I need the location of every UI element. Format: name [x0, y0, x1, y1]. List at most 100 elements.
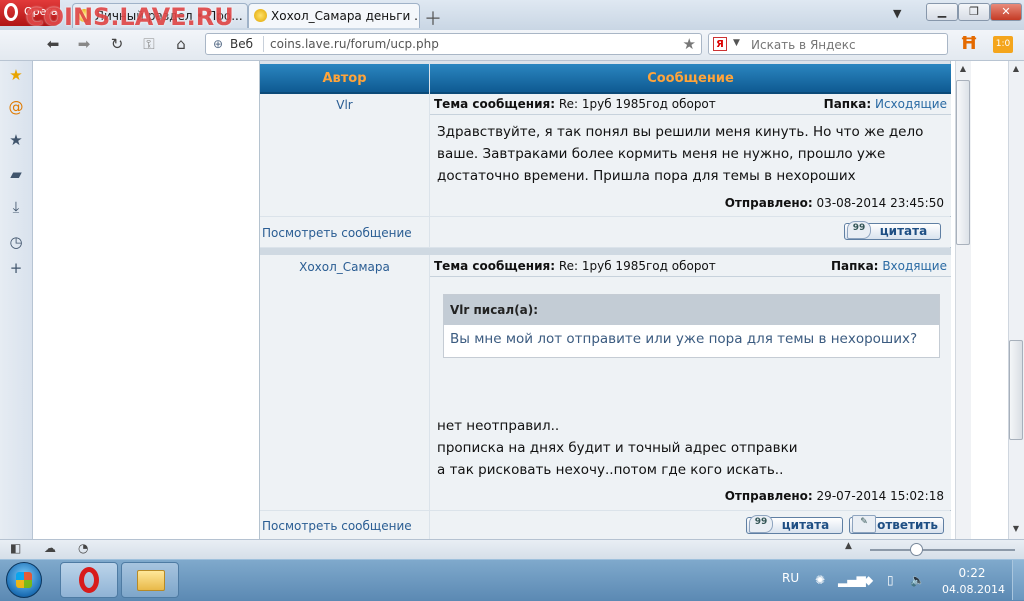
- sent-label: Отправлено:: [724, 489, 813, 503]
- address-separator: [263, 36, 264, 52]
- folder-label: Папка:: [831, 259, 879, 273]
- forward-arrow-icon[interactable]: ➡: [73, 34, 95, 54]
- folder-link[interactable]: Исходящие: [875, 97, 947, 111]
- opera-logo-icon: [4, 3, 18, 21]
- search-engine-chevron-down-icon[interactable]: ▼: [733, 38, 740, 48]
- subject-label: Тема сообщения:: [434, 97, 555, 111]
- post-folder: Папка: Входящие: [831, 259, 947, 273]
- minimize-button[interactable]: ▁: [926, 3, 958, 21]
- downloads-icon[interactable]: ⤓: [7, 198, 25, 216]
- post-separator: [260, 248, 951, 255]
- sent-value: 03-08-2014 23:45:50: [816, 196, 944, 210]
- globe-icon: ⊕: [213, 37, 224, 51]
- key-icon[interactable]: ⚿: [138, 34, 160, 54]
- zoom-up-icon[interactable]: ▲: [845, 541, 852, 551]
- home-icon[interactable]: ⌂: [170, 34, 192, 54]
- tray-bug-icon[interactable]: ✺: [815, 573, 825, 587]
- url-text: coins.lave.ru/forum/ucp.php: [270, 37, 439, 51]
- zoom-slider-track[interactable]: [870, 549, 1015, 551]
- tray-device-icon[interactable]: ▯: [887, 573, 894, 587]
- mail-at-icon[interactable]: @: [7, 98, 25, 116]
- frame-scroll-up-icon[interactable]: ▲: [956, 64, 970, 73]
- panel-toggle-icon[interactable]: ◧: [10, 541, 21, 555]
- bookmark-star-icon[interactable]: ★: [683, 35, 696, 53]
- reply-pencil-icon: ✎: [852, 515, 876, 533]
- speed-dial-gauge-icon[interactable]: ◔: [78, 541, 88, 555]
- tray-volume-icon[interactable]: 🔈: [910, 573, 925, 587]
- message-column-header: Сообщение: [430, 64, 951, 94]
- opera-logo-icon: [79, 567, 99, 593]
- private-messages-table: Автор Сообщение Vlr Тема сообщения: Re: …: [259, 61, 951, 539]
- new-tab-plus-icon[interactable]: ＋: [424, 5, 442, 31]
- address-field[interactable]: ⊕ Веб coins.lave.ru/forum/ucp.php ★: [205, 33, 702, 55]
- language-indicator[interactable]: RU: [782, 571, 799, 585]
- row-divider: [430, 276, 951, 277]
- show-desktop-button[interactable]: [1012, 560, 1024, 600]
- post-folder: Папка: Исходящие: [824, 97, 947, 111]
- quote-text: Вы мне мой лот отправите или уже пора дл…: [450, 331, 918, 347]
- quote-block: Vlr писал(а): Вы мне мой лот отправите и…: [443, 294, 940, 358]
- reload-icon[interactable]: ↻: [106, 34, 128, 54]
- speech-bubble-icon: 99: [847, 221, 871, 239]
- quote-button[interactable]: 99 цитата: [746, 515, 843, 534]
- zoom-slider-knob[interactable]: [910, 543, 923, 556]
- cloud-icon[interactable]: ☁: [44, 541, 56, 555]
- tab-khokhol-samara[interactable]: Хохол_Самара деньги ...: [248, 3, 420, 28]
- tray-color-icon[interactable]: ◆: [864, 573, 873, 587]
- clock-time[interactable]: 0:22: [942, 566, 1002, 580]
- history-clock-icon[interactable]: ◷: [7, 233, 25, 251]
- sent-label: Отправлено:: [724, 196, 813, 210]
- quote-button[interactable]: 99 цитата: [844, 221, 941, 240]
- page-scrollbar[interactable]: [1008, 61, 1024, 539]
- row-divider: [430, 114, 951, 115]
- subject-value: Re: 1руб 1985год оборот: [558, 259, 716, 273]
- folder-link[interactable]: Входящие: [882, 259, 947, 273]
- speech-bubble-icon: 99: [749, 515, 773, 533]
- site-watermark: COINS.LAVE.RU: [26, 3, 234, 31]
- post-body-line: нет неотправил..: [437, 418, 560, 434]
- post-subject: Тема сообщения: Re: 1руб 1985год оборот: [434, 259, 716, 273]
- post-author-name[interactable]: Хохол_Самара: [260, 260, 429, 274]
- folder-icon: [137, 570, 165, 591]
- post-subject: Тема сообщения: Re: 1руб 1985год оборот: [434, 97, 716, 111]
- post-sent-date: Отправлено: 03-08-2014 23:45:50: [725, 196, 944, 210]
- post-body-line: достаточно времени. Пришла пора для темы…: [437, 168, 856, 184]
- close-window-button[interactable]: ✕: [990, 3, 1022, 21]
- reply-button[interactable]: ✎ ответить: [849, 515, 944, 534]
- start-button[interactable]: [6, 562, 42, 598]
- view-message-link[interactable]: Посмотреть сообщение: [262, 226, 412, 240]
- notes-icon[interactable]: ▰: [7, 165, 25, 183]
- quote-author: Vlr писал(а):: [444, 295, 939, 325]
- post-sent-date: Отправлено: 29-07-2014 15:02:18: [725, 489, 944, 503]
- post-body-line: Здравствуйте, я так понял вы решили меня…: [437, 124, 924, 140]
- back-arrow-icon[interactable]: ⬅: [42, 34, 64, 54]
- maximize-button[interactable]: ❐: [958, 3, 990, 21]
- extension-score-badge[interactable]: 1:0: [993, 36, 1013, 53]
- page-scroll-down-icon[interactable]: ▼: [1009, 524, 1023, 533]
- windows-logo-icon: [16, 572, 32, 588]
- tab-list-chevron-down-icon[interactable]: ▼: [893, 7, 901, 20]
- page-content: Автор Сообщение Vlr Тема сообщения: Re: …: [33, 61, 1008, 539]
- post-author-name[interactable]: Vlr: [260, 98, 429, 112]
- add-panel-plus-icon[interactable]: +: [7, 259, 25, 277]
- extension-h-icon[interactable]: Ħ: [959, 34, 979, 54]
- taskbar-explorer-button[interactable]: [121, 562, 179, 598]
- bookmarks-star-icon[interactable]: ★: [7, 66, 25, 84]
- smiley-favicon-icon: [254, 9, 267, 22]
- search-field[interactable]: Я ▼: [708, 33, 948, 55]
- view-message-link[interactable]: Посмотреть сообщение: [262, 519, 412, 533]
- post-body-line: прописка на днях будит и точный адрес от…: [437, 440, 798, 456]
- page-scroll-thumb[interactable]: [1009, 340, 1023, 440]
- favorites-star-icon[interactable]: ★: [7, 131, 25, 149]
- post-author-cell: [260, 255, 429, 510]
- search-input[interactable]: [749, 36, 943, 54]
- subject-label: Тема сообщения:: [434, 259, 555, 273]
- post-author-cell: [260, 94, 429, 216]
- post-body-line: а так рисковать нехочу..потом где кого и…: [437, 462, 784, 478]
- clock-date[interactable]: 04.08.2014: [942, 583, 1005, 596]
- taskbar-opera-button[interactable]: [60, 562, 118, 598]
- tray-signal-icon[interactable]: ▂▄▆: [838, 573, 866, 587]
- web-badge: Веб: [230, 37, 254, 51]
- content-frame-scroll-thumb[interactable]: [956, 80, 970, 245]
- page-scroll-up-icon[interactable]: ▲: [1009, 64, 1023, 73]
